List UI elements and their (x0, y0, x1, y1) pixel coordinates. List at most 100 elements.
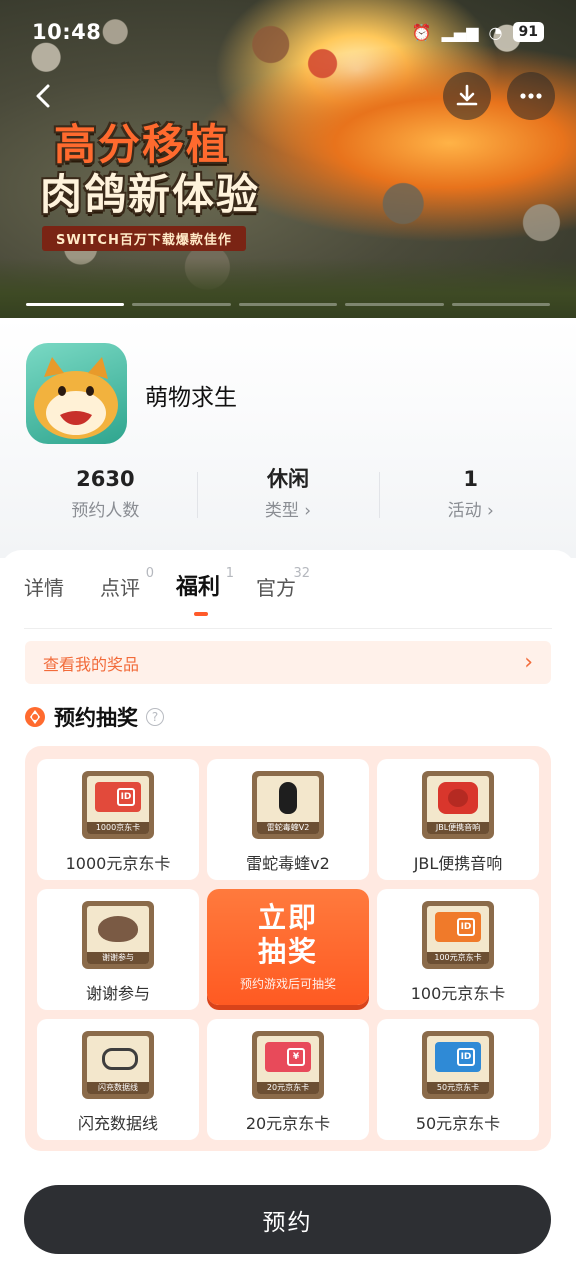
draw-button-note: 预约游戏后可抽奖 (239, 977, 336, 991)
prize-label: 1000元京东卡 (65, 854, 171, 873)
prize-frame: ID 50元京东卡 (422, 1031, 494, 1099)
stat-genre[interactable]: 休闲 类型 › (196, 462, 380, 532)
prize-label: 20元京东卡 (245, 1114, 331, 1133)
prize-tag: 50元京东卡 (427, 1082, 489, 1094)
back-button[interactable] (20, 72, 68, 120)
prize-frame: ¥ 20元京东卡 (252, 1031, 324, 1099)
stat-value: 2630 (76, 467, 135, 491)
app-icon (26, 343, 127, 444)
stat-events[interactable]: 1 活动 › (379, 462, 562, 532)
pager-dot (451, 303, 551, 306)
prize-tag: 谢谢参与 (87, 952, 149, 964)
battery-indicator: 91 (512, 22, 544, 42)
prize-cell: 谢谢参与 谢谢参与 (37, 889, 199, 1010)
banner-pager (26, 303, 551, 307)
tab-count: 32 (293, 566, 311, 581)
prize-cell: JBL便携音响 JBL便携音响 (377, 759, 539, 880)
view-my-prizes-link[interactable]: 查看我的奖品 › (25, 641, 551, 684)
jd-card-icon: ID (95, 782, 141, 812)
shiba-mascot-icon (34, 357, 118, 439)
prize-frame: 谢谢参与 (82, 901, 154, 969)
pager-dot (238, 303, 338, 306)
speaker-icon (438, 782, 478, 814)
pager-dot-active (26, 303, 125, 306)
jd-card-icon: ID (435, 912, 481, 942)
promo-subtitle: SWITCH百万下载爆款佳作 (42, 226, 246, 251)
pager-dot (132, 303, 231, 306)
download-button[interactable] (443, 72, 491, 120)
status-time: 10:48 (32, 20, 102, 44)
reserve-button[interactable]: 预约 (24, 1185, 551, 1254)
tab-official[interactable]: 官方 32 (256, 566, 310, 608)
prize-tag: 雷蛇毒蝰V2 (257, 822, 319, 834)
prize-label: 谢谢参与 (85, 984, 150, 1003)
prize-tag: JBL便携音响 (427, 822, 489, 834)
draw-button-line2: 抽奖 (257, 935, 318, 968)
prize-label: 闪充数据线 (77, 1114, 158, 1133)
pager-dot (345, 303, 444, 306)
download-icon (456, 84, 478, 106)
stat-label: 类型 › (264, 501, 312, 521)
banner-promo-title: 高分移植 肉鸽新体验 SWITCH百万下载爆款佳作 (40, 120, 260, 251)
prize-frame: 雷蛇毒蝰V2 (252, 771, 324, 839)
banner-ground (0, 258, 576, 318)
draw-now-button[interactable]: 立即 抽奖 预约游戏后可抽奖 (207, 889, 369, 1005)
boar-icon (98, 916, 138, 942)
lottery-section-header: 预约抽奖 ? (24, 700, 164, 734)
prize-cell: ID 50元京东卡 50元京东卡 (377, 1019, 539, 1140)
prize-frame: 闪充数据线 (82, 1031, 154, 1099)
more-button[interactable] (507, 72, 555, 120)
promo-title-line2: 肉鸽新体验 (40, 170, 261, 219)
stat-label: 预约人数 (71, 501, 140, 521)
mouse-icon (279, 782, 297, 814)
signal-icon: ▂▄▆ (441, 22, 479, 42)
alarm-icon: ⏰ (411, 22, 432, 42)
help-icon[interactable]: ? (146, 708, 164, 726)
status-icons: ⏰ ▂▄▆ ◔ 91 (412, 22, 544, 42)
divider (24, 628, 552, 629)
tab-label: 详情 (24, 576, 64, 600)
tab-count: 0 (145, 566, 154, 581)
prize-tag: 1000京东卡 (87, 822, 149, 834)
prize-tag: 100元京东卡 (427, 952, 489, 964)
prize-label: 雷蛇毒蝰v2 (246, 854, 330, 873)
prize-cell: ¥ 20元京东卡 20元京东卡 (207, 1019, 369, 1140)
prize-cell: ID 1000京东卡 1000元京东卡 (37, 759, 199, 880)
tab-count: 1 (225, 566, 235, 581)
game-banner[interactable]: 10:48 ⏰ ▂▄▆ ◔ 91 高分移植 肉鸽新体验 SWITCH百万下载爆款… (0, 0, 576, 318)
app-stats: 2630 预约人数 休闲 类型 › 1 活动 › (14, 462, 562, 532)
draw-button-line1: 立即 (257, 901, 318, 934)
prize-link-label: 查看我的奖品 (43, 654, 140, 674)
tab-reviews[interactable]: 点评 0 (100, 566, 154, 608)
promo-title-line1: 高分移植 (54, 120, 231, 169)
prize-cell: 闪充数据线 闪充数据线 (37, 1019, 199, 1140)
stat-reservations: 2630 预约人数 (14, 462, 197, 532)
tab-benefits[interactable]: 福利 1 (176, 566, 234, 616)
jd-card-icon: ID (435, 1042, 481, 1072)
prize-tag: 闪充数据线 (87, 1082, 149, 1094)
prize-tag: 20元京东卡 (257, 1082, 319, 1094)
app-name: 萌物求生 (145, 385, 237, 411)
tab-label: 点评 (100, 576, 140, 600)
prize-cell: ID 100元京东卡 100元京东卡 (377, 889, 539, 1010)
back-arrow-icon (36, 84, 50, 108)
tab-details[interactable]: 详情 (24, 568, 74, 608)
stat-label: 活动 › (447, 501, 494, 521)
prize-label: 50元京东卡 (415, 1114, 501, 1133)
prize-frame: ID 1000京东卡 (82, 771, 154, 839)
more-icon (520, 93, 542, 99)
lottery-badge-icon (25, 707, 45, 727)
tab-bar: 详情 点评 0 福利 1 官方 32 (24, 566, 310, 618)
tab-label: 官方 (256, 576, 297, 600)
tab-label: 福利 (176, 575, 221, 600)
prize-cell: 雷蛇毒蝰V2 雷蛇毒蝰v2 (207, 759, 369, 880)
cable-icon (100, 1042, 138, 1072)
chevron-right-icon: › (524, 650, 533, 675)
prize-label: JBL便携音响 (413, 854, 503, 873)
prize-frame: JBL便携音响 (422, 771, 494, 839)
prize-label: 100元京东卡 (410, 984, 506, 1003)
wifi-icon: ◔ (488, 22, 503, 42)
prize-frame: ID 100元京东卡 (422, 901, 494, 969)
stat-value: 休闲 (267, 467, 309, 491)
jd-card-icon: ¥ (265, 1042, 311, 1072)
